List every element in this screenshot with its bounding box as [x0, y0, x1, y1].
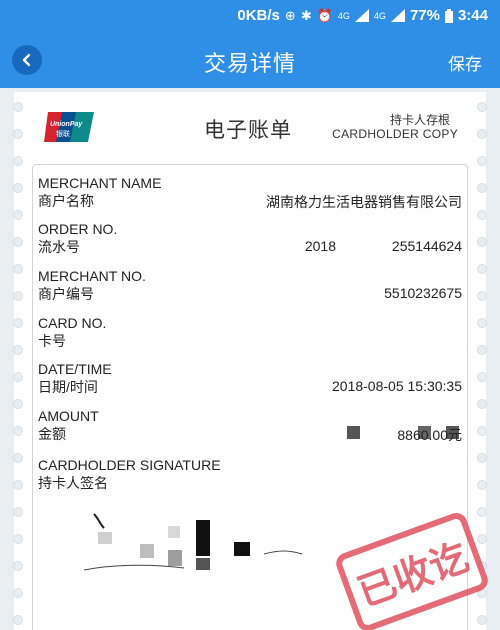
copy-label-cn: 持卡人存根 [389, 113, 450, 127]
field-value: 湖南格力生活电器销售有限公司 [266, 194, 462, 210]
signal-icon [354, 9, 369, 22]
field-label-en: DATE/TIME [38, 361, 112, 377]
perforation-hole [13, 129, 23, 139]
perforation-hole [13, 561, 23, 571]
field-value-part-a: 2018 [304, 238, 336, 254]
perforation-hole [477, 453, 487, 463]
perforation-hole [13, 156, 23, 166]
field-card-no: CARD NO. 卡号 [38, 314, 462, 350]
alarm-icon: ⏰ [316, 7, 333, 23]
page-title: 交易详情 [203, 51, 296, 76]
perforation-hole [13, 399, 23, 409]
perforation-hole [477, 426, 487, 436]
perforation-hole [477, 372, 487, 382]
bluetooth-icon: ✱ [300, 7, 312, 23]
perforation-hole [477, 345, 487, 355]
perforation-hole [477, 480, 487, 490]
field-label-en: ORDER NO. [38, 221, 118, 237]
field-label-en: MERCHANT NAME [38, 175, 162, 191]
clock: 3:44 [457, 7, 488, 24]
signature-image [84, 513, 303, 571]
perforation-hole [477, 210, 487, 220]
perforation-hole [13, 264, 23, 274]
field-value: 5510232675 [384, 285, 462, 301]
network-speed: 0KB/s [237, 7, 280, 24]
field-value-part-b: 255144624 [391, 238, 462, 254]
perforation-hole [477, 318, 487, 328]
field-merchant-name: MERCHANT NAME 商户名称 湖南格力生活电器销售有限公司 [38, 174, 462, 210]
perforation-hole [13, 291, 23, 301]
perforation-hole [477, 102, 487, 112]
field-order-no: ORDER NO. 流水号 2018 255144624 [38, 220, 462, 256]
bill-title: 电子账单 [204, 119, 292, 142]
field-label-en: MERCHANT NO. [38, 268, 146, 284]
perforation-hole [477, 183, 487, 193]
perforation-hole [13, 615, 23, 625]
perforation-hole [13, 534, 23, 544]
perforation-hole [13, 372, 23, 382]
perforation-hole [477, 264, 487, 274]
perforation-hole [477, 291, 487, 301]
svg-text:银联: 银联 [56, 129, 70, 138]
perforation-hole [13, 480, 23, 490]
field-label-en: CARD NO. [38, 315, 107, 331]
field-amount: AMOUNT 金额 8860.00元 [38, 407, 462, 443]
unionpay-logo: UnionPay 银联 [44, 112, 94, 142]
field-label-en: CARDHOLDER SIGNATURE [38, 457, 221, 473]
network-type-a: 4G [337, 10, 350, 21]
perforation-hole [13, 345, 23, 355]
perforation-hole [13, 453, 23, 463]
paid-stamp: 已收讫 [336, 512, 488, 630]
field-merchant-no: MERCHANT NO. 商户编号 5510232675 [38, 267, 462, 303]
network-type-b: 4G [373, 10, 386, 21]
perforation-hole [13, 588, 23, 598]
perforation-hole [477, 237, 487, 247]
save-button[interactable]: 保存 [448, 50, 482, 75]
perforation-hole [13, 210, 23, 220]
battery-percent: 77% [409, 7, 440, 24]
field-signature: CARDHOLDER SIGNATURE 持卡人签名 [38, 456, 462, 492]
data-saver-icon: ⊕ [284, 7, 296, 23]
battery-icon [444, 8, 453, 23]
app-bar: 交易详情 保存 [0, 32, 500, 88]
copy-label-en: CARDHOLDER COPY [332, 127, 458, 141]
receipt-sheet: UnionPay 银联 电子账单 持卡人存根 CARDHOLDER COPY M… [12, 92, 488, 630]
field-value: 2018-08-05 15:30:35 [332, 378, 462, 394]
signal-icon-2 [390, 9, 405, 22]
svg-text:UnionPay: UnionPay [50, 121, 83, 128]
field-value: 8860.00元 [397, 427, 462, 443]
perforation-hole [13, 102, 23, 112]
perforation-hole [13, 318, 23, 328]
perforation-left [12, 92, 24, 630]
perforation-hole [13, 426, 23, 436]
field-date-time: DATE/TIME 日期/时间 2018-08-05 15:30:35 [38, 360, 462, 396]
perforation-hole [13, 237, 23, 247]
perforation-hole [477, 156, 487, 166]
status-bar: 0KB/s ⊕ ✱ ⏰ 4G 4G 77% 3:44 [0, 0, 500, 32]
perforation-hole [477, 129, 487, 139]
perforation-hole [13, 183, 23, 193]
perforation-hole [477, 399, 487, 409]
field-label-en: AMOUNT [38, 408, 99, 424]
status-indicators: 0KB/s ⊕ ✱ ⏰ 4G 4G 77% 3:44 [237, 7, 488, 24]
perforation-hole [13, 507, 23, 517]
field-label-cn: 卡号 [38, 333, 66, 349]
field-label-cn: 持卡人签名 [38, 475, 108, 491]
